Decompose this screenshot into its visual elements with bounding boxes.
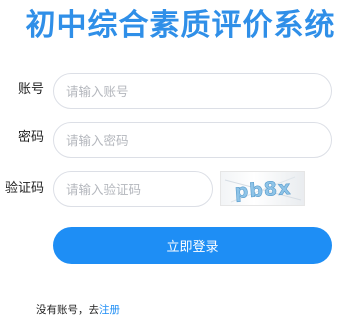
captcha-label: 验证码 — [4, 181, 44, 196]
captcha-text: pb8x — [234, 177, 292, 203]
captcha-graphic: pb8x — [224, 176, 302, 203]
captcha-image[interactable]: pb8x — [220, 171, 305, 206]
account-label: 账号 — [17, 82, 44, 97]
password-input[interactable] — [53, 122, 332, 158]
register-link[interactable]: 注册 — [99, 304, 120, 316]
login-button[interactable]: 立即登录 — [53, 227, 332, 264]
captcha-input[interactable] — [53, 171, 213, 207]
register-prompt: 没有账号，去注册 — [36, 303, 120, 317]
page-title: 初中综合素质评价系统 — [25, 8, 336, 43]
password-label: 密码 — [17, 130, 44, 145]
register-prompt-text: 没有账号，去 — [36, 304, 99, 316]
account-input[interactable] — [53, 73, 332, 109]
login-page: 初中综合素质评价系统 账号 密码 验证码 pb8x 立即登录 没有账号，去注册 — [0, 0, 361, 321]
